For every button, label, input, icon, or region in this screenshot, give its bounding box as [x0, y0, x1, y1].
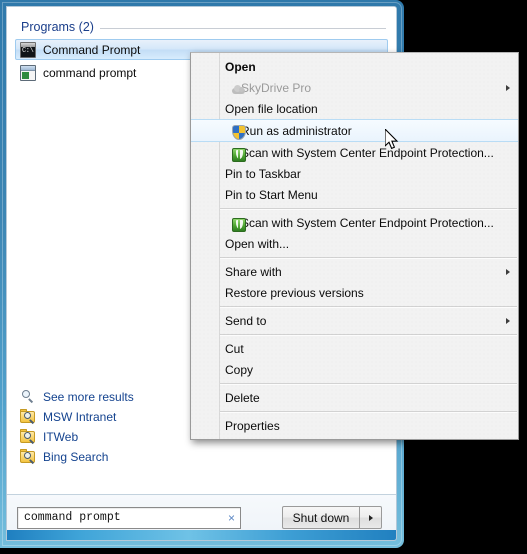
context-menu-item-label: Copy	[225, 362, 254, 377]
submenu-arrow-icon	[506, 317, 510, 324]
context-menu-item[interactable]: Open	[191, 56, 518, 77]
context-menu-item-label: Open file location	[225, 101, 318, 116]
context-menu-item[interactable]: Open file location	[191, 98, 518, 119]
submenu-arrow-icon	[506, 84, 510, 91]
link-label: ITWeb	[43, 430, 79, 444]
context-menu-item[interactable]: Scan with System Center Endpoint Protect…	[191, 142, 518, 163]
context-menu-item[interactable]: Share with	[191, 261, 518, 282]
context-menu-item[interactable]: Run as administrator	[191, 119, 518, 142]
folder-search-icon	[20, 429, 36, 445]
context-menu-item-label: Pin to Start Menu	[225, 187, 318, 202]
window-icon	[20, 64, 36, 81]
context-menu-item[interactable]: Restore previous versions	[191, 282, 518, 303]
context-menu-item[interactable]: Scan with System Center Endpoint Protect…	[191, 212, 518, 233]
context-menu-item[interactable]: Copy	[191, 359, 518, 380]
context-menu-item-label: Open	[225, 59, 256, 74]
submenu-arrow-icon	[506, 268, 510, 275]
shutdown-button[interactable]: Shut down	[282, 506, 360, 529]
result-item-label: Command Prompt	[43, 42, 141, 57]
context-menu-separator	[220, 383, 517, 384]
context-menu-item[interactable]: Cut	[191, 338, 518, 359]
chevron-right-icon	[368, 514, 373, 521]
shutdown-options-arrow[interactable]	[360, 506, 382, 529]
context-menu-item-label: Share with	[225, 264, 282, 279]
context-menu-item-label: Pin to Taskbar	[225, 166, 301, 181]
search-clear-icon[interactable]: ×	[228, 512, 235, 524]
search-input[interactable]: command prompt ×	[17, 506, 241, 529]
context-menu-item-label: Scan with System Center Endpoint Protect…	[241, 145, 494, 160]
context-menu-item-label: Open with...	[225, 236, 290, 251]
taskbar-strip	[7, 530, 396, 540]
context-menu-item-label: Restore previous versions	[225, 285, 364, 300]
context-menu-item-label: Send to	[225, 313, 267, 328]
context-menu-item-label: Cut	[225, 341, 244, 356]
result-item-label: command prompt	[43, 65, 137, 80]
context-menu-separator	[220, 306, 517, 307]
scep-shield-icon	[231, 147, 247, 163]
folder-search-icon	[20, 449, 36, 465]
context-menu-separator	[220, 208, 517, 209]
context-menu-item-label: Properties	[225, 418, 280, 433]
results-group-header: Programs (2)	[15, 17, 388, 37]
folder-search-icon	[20, 409, 36, 425]
context-menu-item-label: SkyDrive Pro	[241, 80, 312, 95]
search-input-value: command prompt	[24, 511, 121, 524]
context-menu-item[interactable]: Open with...	[191, 233, 518, 254]
context-menu-item[interactable]: Properties	[191, 415, 518, 436]
console-icon-text: C:\	[22, 46, 34, 55]
console-icon: C:\	[20, 41, 36, 58]
context-menu-separator	[220, 257, 517, 258]
link-label: Bing Search	[43, 450, 109, 464]
context-menu-separator	[220, 334, 517, 335]
uac-shield-icon	[231, 125, 247, 141]
magnifier-icon	[20, 389, 36, 405]
context-menu-item: SkyDrive Pro	[191, 77, 518, 98]
context-menu-item-label: Scan with System Center Endpoint Protect…	[241, 215, 494, 230]
results-group-title: Programs (2)	[21, 20, 94, 34]
context-menu-item-label: Run as administrator	[241, 123, 352, 138]
context-menu-item[interactable]: Pin to Taskbar	[191, 163, 518, 184]
context-menu-item-label: Delete	[225, 390, 260, 405]
context-menu-item[interactable]: Delete	[191, 387, 518, 408]
scep-shield-icon	[231, 217, 247, 233]
context-menu-item[interactable]: Send to	[191, 310, 518, 331]
results-group-rule	[99, 28, 386, 29]
link-label: MSW Intranet	[43, 410, 117, 424]
link-bing-search[interactable]: Bing Search	[15, 447, 388, 467]
link-label: See more results	[43, 390, 134, 404]
cloud-icon	[231, 82, 247, 98]
shutdown-group: Shut down	[282, 506, 382, 529]
context-menu-separator	[220, 411, 517, 412]
context-menu: Open SkyDrive Pro Open file location Run as…	[190, 52, 519, 440]
context-menu-item[interactable]: Pin to Start Menu	[191, 184, 518, 205]
screen: Programs (2) C:\ Command Prompt command …	[0, 0, 527, 554]
